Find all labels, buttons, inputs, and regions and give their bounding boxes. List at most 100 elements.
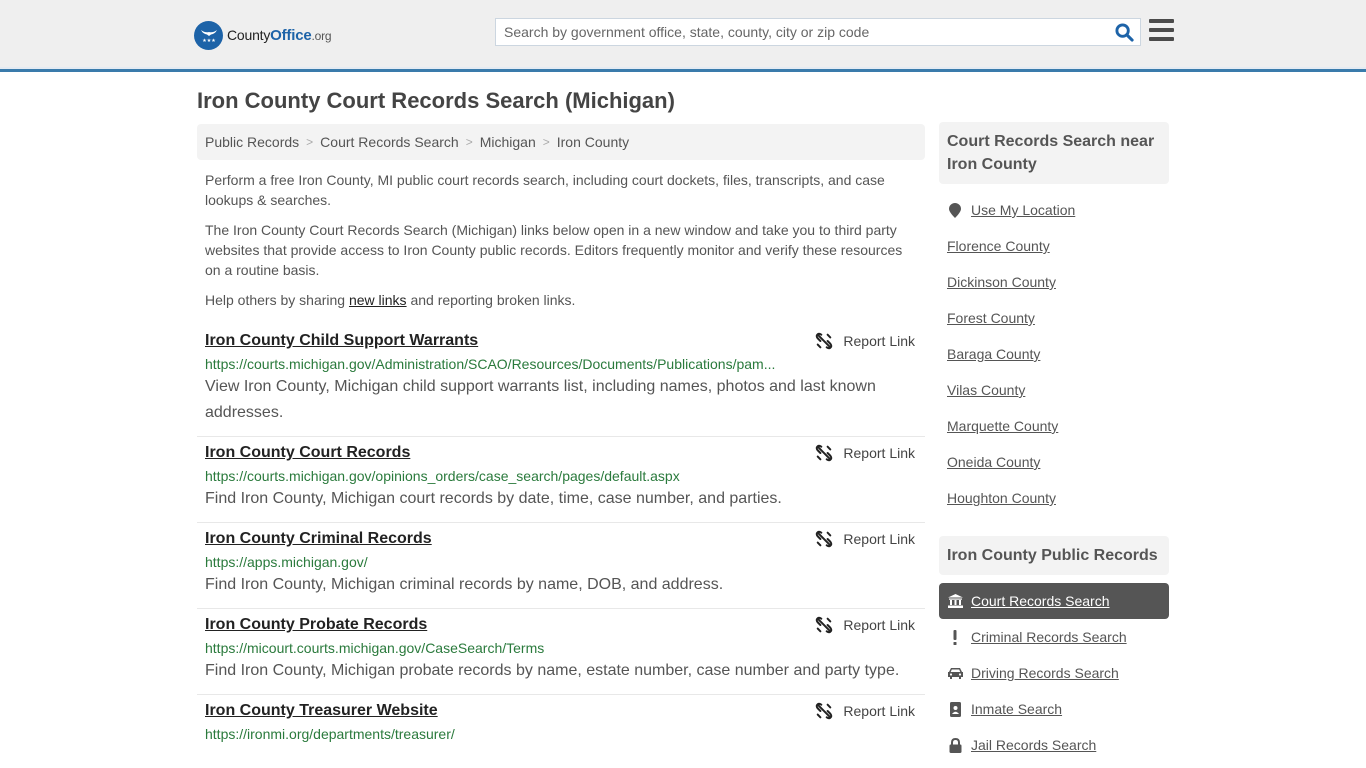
records-link[interactable]: Court Records Search: [971, 593, 1110, 609]
results-list: Iron County Child Support Warrants https…: [197, 325, 925, 754]
nearby-heading: Court Records Search near Iron County: [939, 122, 1169, 184]
result-url[interactable]: https://apps.michigan.gov/: [205, 552, 780, 572]
nearby-county-link[interactable]: Oneida County: [947, 454, 1040, 470]
result-item: Iron County Criminal Records https://app…: [197, 523, 925, 609]
result-url[interactable]: https://ironmi.org/departments/treasurer…: [205, 724, 780, 744]
broken-link-icon: [816, 530, 833, 548]
intro-paragraph-1: Perform a free Iron County, MI public co…: [205, 172, 885, 208]
broken-link-icon: [816, 616, 833, 634]
result-item: Iron County Child Support Warrants https…: [197, 325, 925, 437]
nearby-county-item[interactable]: Vilas County: [947, 372, 1169, 408]
page-title: Iron County Court Records Search (Michig…: [197, 88, 675, 113]
public-records-heading: Iron County Public Records: [939, 536, 1169, 575]
logo-text: CountyOffice.org: [227, 26, 332, 44]
result-description: Find Iron County, Michigan court records…: [205, 490, 782, 507]
records-link[interactable]: Inmate Search: [971, 701, 1062, 717]
result-title-link[interactable]: Iron County Criminal Records: [205, 529, 917, 549]
report-link-label: Report Link: [843, 703, 915, 719]
breadcrumb-separator: >: [542, 135, 550, 149]
nearby-county-item[interactable]: Baraga County: [947, 336, 1169, 372]
breadcrumb-separator: >: [465, 135, 473, 149]
result-item: Iron County Treasurer Website https://ir…: [197, 695, 925, 754]
intro-p3-text-after: and reporting broken links.: [406, 292, 576, 308]
nearby-county-item[interactable]: Oneida County: [947, 444, 1169, 480]
result-description: Find Iron County, Michigan probate recor…: [205, 662, 900, 679]
search-button[interactable]: [1112, 21, 1136, 43]
result-title-link[interactable]: Iron County Probate Records: [205, 615, 917, 635]
search-input[interactable]: [496, 19, 1106, 45]
logo-text-county: County: [227, 26, 271, 43]
eagle-logo-icon: ★★★: [194, 20, 223, 50]
exclamation-icon: [947, 629, 963, 645]
report-link-button[interactable]: Report Link: [815, 702, 915, 720]
broken-link-icon: [816, 444, 833, 462]
records-link[interactable]: Criminal Records Search: [971, 629, 1127, 645]
broken-link-icon: [816, 332, 833, 350]
site-logo[interactable]: ★★★ CountyOffice.org: [194, 20, 332, 50]
nearby-county-item[interactable]: Houghton County: [947, 480, 1169, 516]
report-link-label: Report Link: [843, 445, 915, 461]
result-url[interactable]: https://courts.michigan.gov/opinions_ord…: [205, 466, 780, 486]
nearby-county-link[interactable]: Florence County: [947, 238, 1050, 254]
report-link-button[interactable]: Report Link: [815, 332, 915, 350]
map-pin-icon: [947, 202, 963, 218]
nearby-county-item[interactable]: Dickinson County: [947, 264, 1169, 300]
result-title-link[interactable]: Iron County Court Records: [205, 443, 917, 463]
site-header: ★★★ CountyOffice.org: [0, 0, 1366, 72]
report-link-button[interactable]: Report Link: [815, 616, 915, 634]
broken-link-icon: [816, 702, 833, 720]
logo-text-org: .org: [311, 28, 332, 43]
nearby-county-link[interactable]: Marquette County: [947, 418, 1058, 434]
id-badge-icon: [947, 701, 963, 717]
breadcrumb-separator: >: [306, 135, 314, 149]
result-url[interactable]: https://micourt.courts.michigan.gov/Case…: [205, 638, 780, 658]
records-item-inmate[interactable]: Inmate Search: [939, 691, 1169, 727]
nearby-county-link[interactable]: Vilas County: [947, 382, 1025, 398]
logo-text-office: Office: [270, 26, 312, 44]
records-item-jail[interactable]: Jail Records Search: [939, 727, 1169, 763]
records-link[interactable]: Jail Records Search: [971, 737, 1096, 753]
intro-p3-text: Help others by sharing: [205, 292, 349, 308]
nearby-county-item[interactable]: Forest County: [947, 300, 1169, 336]
hamburger-menu-icon[interactable]: [1149, 19, 1175, 43]
nearby-county-item[interactable]: Florence County: [947, 228, 1169, 264]
intro-paragraph-2: The Iron County Court Records Search (Mi…: [205, 222, 903, 278]
records-link[interactable]: Driving Records Search: [971, 665, 1119, 681]
nearby-county-link[interactable]: Houghton County: [947, 490, 1056, 506]
result-item: Iron County Probate Records https://mico…: [197, 609, 925, 695]
new-links-link[interactable]: new links: [349, 292, 407, 308]
public-records-list: Court Records Search Criminal Records Se…: [939, 583, 1169, 763]
svg-text:★★★: ★★★: [202, 38, 216, 44]
report-link-button[interactable]: Report Link: [815, 444, 915, 462]
breadcrumb-court-records-search[interactable]: Court Records Search: [320, 134, 459, 150]
report-link-label: Report Link: [843, 333, 915, 349]
result-title-link[interactable]: Iron County Treasurer Website: [205, 701, 917, 721]
nearby-county-link[interactable]: Forest County: [947, 310, 1035, 326]
report-link-label: Report Link: [843, 617, 915, 633]
breadcrumb: Public Records > Court Records Search > …: [197, 124, 925, 160]
records-item-criminal[interactable]: Criminal Records Search: [939, 619, 1169, 655]
search-box: [495, 18, 1141, 46]
result-item: Iron County Court Records https://courts…: [197, 437, 925, 523]
nearby-county-link[interactable]: Dickinson County: [947, 274, 1056, 290]
intro-text: Perform a free Iron County, MI public co…: [205, 170, 920, 320]
lock-icon: [947, 737, 963, 753]
intro-paragraph-3: Help others by sharing new links and rep…: [205, 290, 920, 310]
courthouse-icon: [947, 593, 963, 609]
breadcrumb-michigan[interactable]: Michigan: [480, 134, 536, 150]
breadcrumb-iron-county: Iron County: [556, 134, 630, 150]
result-url[interactable]: https://courts.michigan.gov/Administrati…: [205, 354, 780, 374]
use-my-location-link[interactable]: Use My Location: [971, 202, 1075, 218]
search-icon: [1114, 22, 1134, 42]
result-title-link[interactable]: Iron County Child Support Warrants: [205, 331, 917, 351]
nearby-list: Use My Location Florence County Dickinso…: [947, 192, 1169, 516]
nearby-county-item[interactable]: Marquette County: [947, 408, 1169, 444]
records-item-driving[interactable]: Driving Records Search: [939, 655, 1169, 691]
nearby-county-link[interactable]: Baraga County: [947, 346, 1040, 362]
records-item-court[interactable]: Court Records Search: [939, 583, 1169, 619]
result-description: View Iron County, Michigan child support…: [205, 378, 876, 421]
breadcrumb-public-records[interactable]: Public Records: [205, 134, 299, 150]
report-link-label: Report Link: [843, 531, 915, 547]
report-link-button[interactable]: Report Link: [815, 530, 915, 548]
use-my-location-item[interactable]: Use My Location: [947, 192, 1169, 228]
